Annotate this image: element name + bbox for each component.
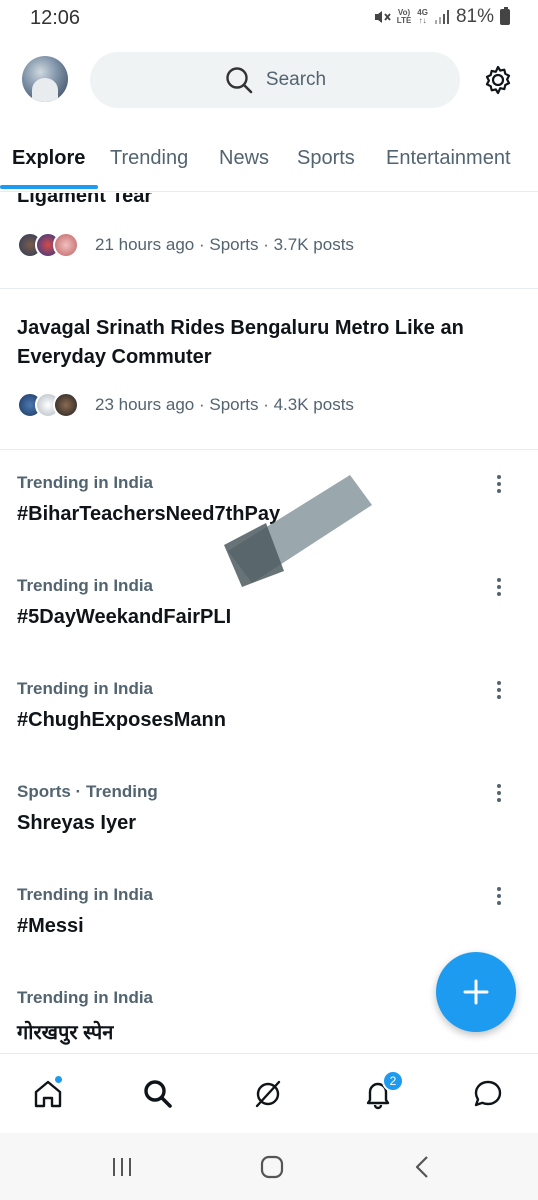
messages-icon — [474, 1080, 502, 1107]
plus-icon — [463, 979, 489, 1005]
tab-news[interactable]: News — [219, 147, 269, 170]
more-icon[interactable] — [488, 473, 510, 495]
trend-context: Trending in India — [17, 988, 153, 1007]
explore-tabs: Explore Trending News Sports Entertainme… — [0, 140, 538, 192]
trend-name: #BiharTeachersNeed7thPay — [17, 503, 281, 525]
trend-name: #ChughExposesMann — [17, 709, 226, 731]
explore-feed: Ligament Tear 21 hours ago · Sports · 3.… — [0, 193, 538, 1053]
nav-home[interactable] — [28, 1074, 68, 1114]
system-nav — [0, 1133, 538, 1200]
signal-icon — [434, 10, 449, 24]
back-icon — [415, 1156, 428, 1178]
more-icon[interactable] — [488, 679, 510, 701]
gear-icon — [485, 65, 511, 95]
status-time: 12:06 — [30, 7, 81, 29]
search-input[interactable]: Search — [90, 52, 460, 108]
trend-name: #5DayWeekandFairPLI — [17, 606, 232, 628]
nav-messages[interactable] — [468, 1074, 508, 1114]
trend-name: #Messi — [17, 915, 84, 937]
notifications-badge: 2 — [382, 1070, 404, 1092]
avatar-stack — [17, 392, 87, 418]
volte-indicator: Vo) LTE — [396, 8, 412, 25]
trend-item[interactable]: Trending in India #5DayWeekandFairPLI — [0, 576, 538, 679]
trend-context: Trending in India — [17, 576, 153, 595]
news-meta-text: 21 hours ago · Sports · 3.7K posts — [95, 235, 354, 254]
search-placeholder: Search — [265, 69, 327, 90]
battery-percent: 81% — [455, 6, 494, 27]
trend-name: Shreyas Iyer — [17, 812, 136, 834]
mute-icon — [374, 11, 391, 23]
news-title: Ligament Tear — [17, 193, 153, 207]
tab-explore[interactable]: Explore — [12, 147, 85, 170]
recents-icon — [113, 1158, 131, 1176]
home-unread-dot — [53, 1074, 64, 1085]
status-bar: 12:06 Vo) LTE 4G ↑↓ 81% — [0, 0, 538, 38]
recents-button[interactable] — [107, 1153, 137, 1181]
tab-sports[interactable]: Sports — [297, 147, 355, 170]
divider — [0, 449, 538, 450]
news-title: Javagal Srinath Rides Bengaluru Metro Li… — [17, 317, 464, 368]
avatar-stack — [17, 232, 87, 258]
compose-button[interactable] — [436, 952, 516, 1032]
news-item[interactable]: Javagal Srinath Rides Bengaluru Metro Li… — [0, 289, 538, 449]
trend-context: Sports · Trending — [17, 782, 158, 801]
search-icon — [226, 67, 253, 94]
trend-item[interactable]: Sports · Trending Shreyas Iyer — [0, 782, 538, 885]
nav-search[interactable] — [138, 1074, 178, 1114]
data-indicator: 4G ↑↓ — [417, 8, 428, 25]
news-meta-text: 23 hours ago · Sports · 4.3K posts — [95, 395, 354, 414]
search-icon — [144, 1080, 172, 1108]
news-meta: 23 hours ago · Sports · 4.3K posts — [17, 392, 354, 418]
trend-context: Trending in India — [17, 473, 153, 492]
settings-button[interactable] — [482, 64, 514, 96]
trend-item[interactable]: Trending in India #BiharTeachersNeed7thP… — [0, 473, 538, 576]
nav-grok[interactable] — [248, 1074, 288, 1114]
home-button[interactable] — [257, 1153, 287, 1181]
news-item[interactable]: Ligament Tear 21 hours ago · Sports · 3.… — [0, 193, 538, 288]
active-tab-indicator — [0, 185, 98, 189]
more-icon[interactable] — [488, 885, 510, 907]
trend-item[interactable]: Trending in India #ChughExposesMann — [0, 679, 538, 782]
back-button[interactable] — [408, 1153, 438, 1181]
trend-context: Trending in India — [17, 885, 153, 904]
trend-name: गोरखपुर स्पेन — [17, 1022, 114, 1044]
nav-notifications[interactable]: 2 — [358, 1070, 404, 1114]
avatar — [53, 392, 79, 418]
tab-trending[interactable]: Trending — [110, 147, 188, 170]
news-meta: 21 hours ago · Sports · 3.7K posts — [17, 232, 354, 258]
avatar[interactable] — [22, 56, 68, 102]
trend-context: Trending in India — [17, 679, 153, 698]
header: Search — [0, 50, 538, 110]
grok-icon — [255, 1080, 281, 1108]
bottom-nav: 2 — [0, 1053, 538, 1133]
battery-icon — [500, 7, 510, 25]
tab-entertainment[interactable]: Entertainment — [386, 147, 511, 170]
more-icon[interactable] — [488, 576, 510, 598]
status-icons: Vo) LTE 4G ↑↓ 81% — [373, 6, 510, 28]
more-icon[interactable] — [488, 782, 510, 804]
avatar — [53, 232, 79, 258]
home-circle-icon — [260, 1155, 284, 1179]
